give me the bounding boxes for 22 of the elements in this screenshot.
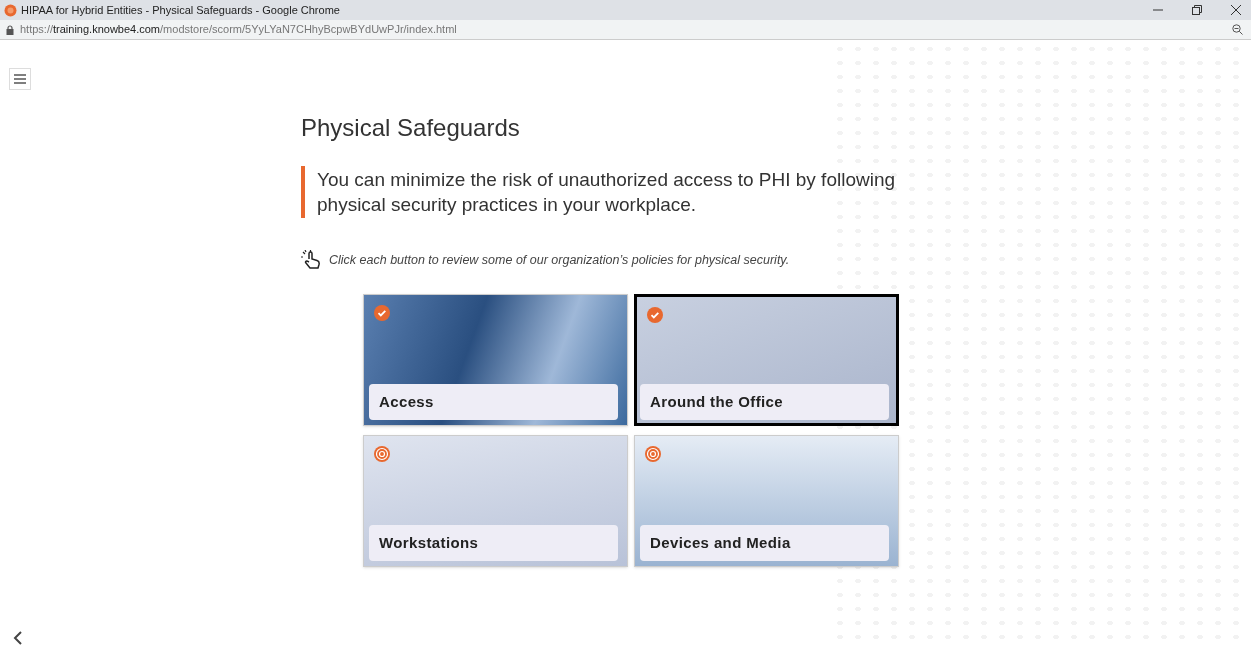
topic-card[interactable]: Around the Office xyxy=(634,294,899,426)
hand-pointer-icon xyxy=(301,250,323,270)
instruction-text: Click each button to review some of our organization’s policies for physical security. xyxy=(329,251,790,269)
card-label: Access xyxy=(369,384,618,420)
card-label: Workstations xyxy=(369,525,618,561)
card-label: Around the Office xyxy=(640,384,889,420)
menu-icon xyxy=(14,74,26,84)
close-icon[interactable] xyxy=(1231,5,1241,15)
menu-button[interactable] xyxy=(9,68,31,90)
card-label: Devices and Media xyxy=(640,525,889,561)
site-icon xyxy=(4,3,17,17)
topic-card[interactable]: Workstations xyxy=(363,435,628,567)
page-heading: Physical Safeguards xyxy=(301,113,521,143)
topic-card[interactable]: Devices and Media xyxy=(634,435,899,567)
topic-card[interactable]: Access xyxy=(363,294,628,426)
zoom-icon[interactable] xyxy=(1232,24,1243,35)
callout: You can minimize the risk of unauthorized access to PHI by following physical security practices in your workplace. xyxy=(301,166,901,218)
restore-icon[interactable] xyxy=(1192,5,1202,15)
chevron-left-icon xyxy=(13,631,23,645)
lock-icon xyxy=(6,24,14,35)
window-title: HIPAA for Hybrid Entities - Physical Safeguards - Google Chrome xyxy=(21,2,340,18)
url-text[interactable]: https://training.knowbe4.com/modstore/scorm/5YyLYaN7CHhyBcpwBYdUwPJr/index.html xyxy=(20,21,457,38)
